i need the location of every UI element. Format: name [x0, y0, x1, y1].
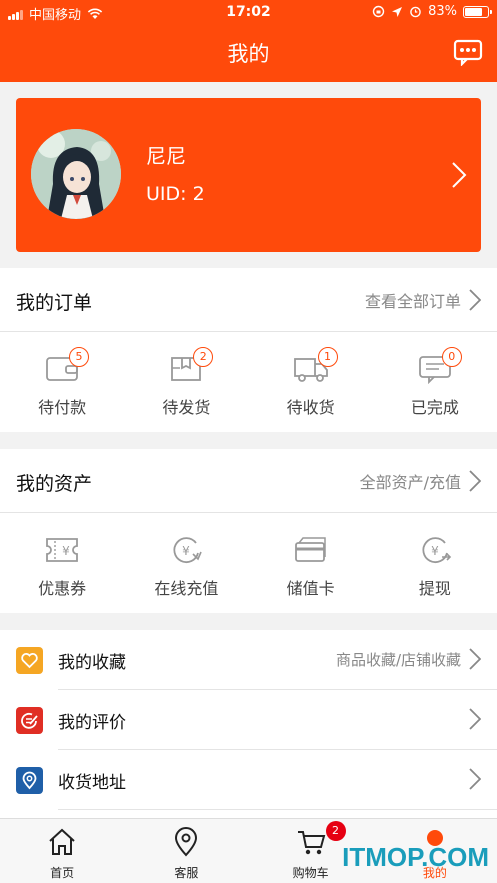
asset-label: 在线充值 [154, 579, 219, 598]
cart-icon [297, 831, 325, 855]
order-badge: 0 [441, 347, 462, 367]
avatar[interactable] [31, 129, 121, 219]
order-label: 已完成 [410, 398, 459, 417]
favorites-link[interactable]: 商品收藏/店铺收藏 [336, 648, 481, 670]
favorites-link-label: 商品收藏/店铺收藏 [335, 650, 461, 669]
reviews-link[interactable] [469, 708, 481, 730]
order-badge: 5 [69, 347, 89, 367]
order-completed[interactable]: 0 已完成 [373, 332, 497, 432]
list-item-favorites[interactable]: 我的收藏 商品收藏/店铺收藏 [0, 630, 497, 690]
coupon-icon: ¥ [46, 538, 79, 562]
asset-coupon[interactable]: ¥ 优惠券 [0, 513, 124, 613]
heart-icon [16, 647, 43, 674]
order-label: 待收货 [286, 398, 335, 417]
home-icon [49, 828, 75, 855]
order-badge: 1 [317, 347, 338, 367]
all-assets-link[interactable]: 全部资产/充值 [360, 469, 481, 493]
user-uid: UID: 2 [146, 183, 205, 205]
asset-withdraw[interactable]: ¥ 提现 [373, 513, 497, 613]
rotation-lock-icon [372, 5, 385, 18]
view-all-orders-link[interactable]: 查看全部订单 [365, 288, 481, 312]
withdraw-icon: ¥ [422, 537, 452, 563]
status-bar: 中国移动 17:02 83% [0, 0, 497, 24]
alarm-icon [410, 6, 421, 18]
review-icon [16, 707, 43, 734]
view-all-orders-label: 查看全部订单 [364, 292, 461, 311]
svg-text:¥: ¥ [431, 544, 439, 558]
chevron-right-icon [469, 289, 481, 311]
tab-label: 客服 [174, 866, 199, 880]
chevron-right-icon [469, 470, 481, 492]
asset-label: 提现 [418, 579, 451, 598]
svg-text:¥: ¥ [62, 544, 70, 558]
tab-home[interactable]: 首页 [0, 819, 124, 883]
order-pending-shipment[interactable]: 2 待发货 [124, 332, 248, 432]
order-label: 待付款 [38, 398, 87, 417]
battery-percent: 83% [428, 4, 457, 19]
tab-label: 首页 [50, 866, 75, 880]
recharge-icon: ¥ [173, 537, 203, 563]
username: 尼尼 [146, 144, 186, 168]
asset-recharge[interactable]: ¥ 在线充值 [124, 513, 248, 613]
watermark: ITMOP.COM [342, 842, 489, 872]
chevron-right-icon [469, 648, 481, 670]
page-title: 我的 [227, 42, 270, 66]
profile-card[interactable]: 尼尼 UID: 2 [16, 98, 481, 252]
chat-bubble-icon[interactable] [453, 38, 483, 66]
svg-text:¥: ¥ [183, 544, 191, 558]
nav-bar: 我的 [0, 24, 497, 82]
chevron-right-icon [469, 768, 481, 790]
location-arrow-icon [392, 6, 403, 17]
card-icon [294, 537, 326, 562]
assets-section: 我的资产 全部资产/充值 ¥ 优惠券 ¥ 在线充值 储值卡 ¥ 提现 [0, 449, 497, 613]
tab-service[interactable]: 客服 [124, 819, 248, 883]
chevron-right-icon[interactable] [451, 161, 467, 189]
assets-title: 我的资产 [16, 473, 93, 495]
list-item-label: 收货地址 [58, 773, 126, 793]
orders-title: 我的订单 [16, 292, 93, 314]
orders-section: 我的订单 查看全部订单 5 待付款 2 待发货 1 待收货 0 已完成 [0, 268, 497, 432]
asset-label: 储值卡 [286, 579, 335, 598]
orders-header: 我的订单 查看全部订单 [0, 268, 497, 332]
cart-badge: 2 [325, 821, 346, 841]
list-item-label: 我的收藏 [58, 653, 126, 673]
order-label: 待发货 [162, 398, 211, 417]
list-item-reviews[interactable]: 我的评价 [0, 690, 497, 750]
location-icon [16, 767, 43, 794]
list-item-label: 我的评价 [58, 713, 126, 733]
asset-stored-card[interactable]: 储值卡 [249, 513, 373, 613]
chevron-right-icon [469, 708, 481, 730]
menu-list: 我的收藏 商品收藏/店铺收藏 我的评价 收货地址 [0, 630, 497, 818]
battery-icon [463, 5, 492, 18]
assets-header: 我的资产 全部资产/充值 [0, 449, 497, 513]
order-badge: 2 [193, 347, 214, 367]
list-item-address[interactable]: 收货地址 [0, 750, 497, 810]
address-link[interactable] [469, 768, 481, 790]
pin-icon [175, 827, 198, 857]
all-assets-label: 全部资产/充值 [359, 473, 461, 492]
order-pending-receipt[interactable]: 1 待收货 [249, 332, 373, 432]
order-pending-payment[interactable]: 5 待付款 [0, 332, 124, 432]
asset-label: 优惠券 [38, 579, 87, 598]
